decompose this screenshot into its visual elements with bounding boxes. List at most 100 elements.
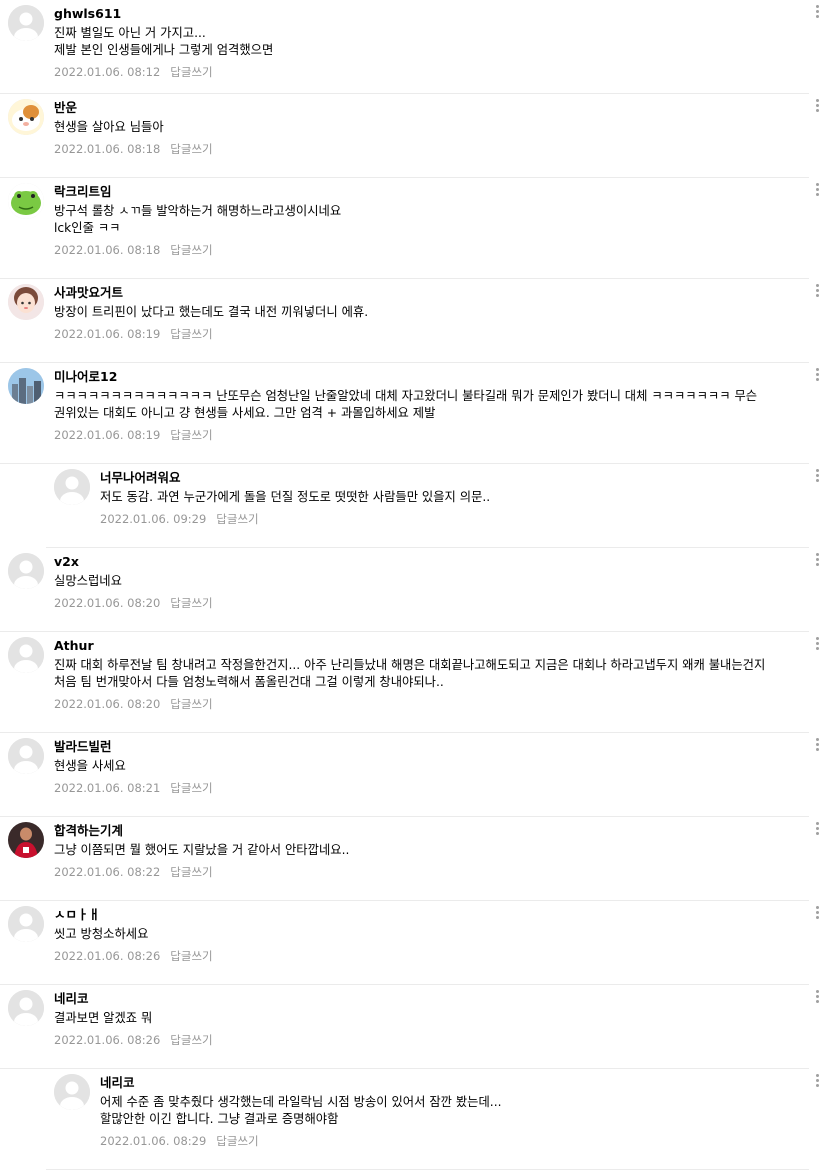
avatar-default[interactable] — [8, 5, 44, 41]
comment-date: 2022.01.06. 08:29 — [100, 1134, 207, 1148]
reply-button[interactable]: 답글쓰기 — [170, 949, 212, 963]
more-options-icon[interactable] — [813, 552, 821, 570]
comment-date: 2022.01.06. 08:26 — [54, 1033, 161, 1047]
reply-item: 네리코 어제 수준 좀 맞추줬다 생각했는데 라일락님 시점 방송이 있어서 잠… — [46, 1069, 819, 1170]
more-options-icon[interactable] — [813, 636, 821, 654]
comment-date: 2022.01.06. 08:21 — [54, 781, 161, 795]
comment-nickname[interactable]: 반운 — [54, 100, 785, 116]
more-options-icon[interactable] — [813, 182, 821, 200]
comment-nickname[interactable]: 네리코 — [54, 991, 785, 1007]
avatar-hamster[interactable] — [8, 99, 44, 135]
more-options-icon[interactable] — [813, 989, 821, 1007]
reply-button[interactable]: 답글쓰기 — [170, 865, 212, 879]
comment-date: 2022.01.06. 09:29 — [100, 512, 207, 526]
avatar-default[interactable] — [8, 738, 44, 774]
avatar-default[interactable] — [54, 469, 90, 505]
reply-button[interactable]: 답글쓰기 — [170, 243, 212, 257]
more-options-icon[interactable] — [813, 468, 821, 486]
more-options-icon[interactable] — [813, 1073, 821, 1091]
more-options-icon[interactable] — [813, 4, 821, 22]
reply-button[interactable]: 답글쓰기 — [170, 428, 212, 442]
comment-date: 2022.01.06. 08:18 — [54, 142, 161, 156]
comment-nickname[interactable]: 너무나어려워요 — [100, 470, 785, 486]
comment-item: 락크리트임 방구석 롤창 ㅅㄲ들 발악하는거 해명하느라고생이시네요 lck인줄… — [0, 178, 819, 279]
comment-date: 2022.01.06. 08:19 — [54, 327, 161, 341]
comment-item: 발라드빌런 현생을 사세요 2022.01.06. 08:21 답글쓰기 — [0, 733, 819, 817]
comment-text: 어제 수준 좀 맞추줬다 생각했는데 라일락님 시점 방송이 있어서 잠깐 봤는… — [100, 1095, 502, 1126]
comment-nickname[interactable]: 락크리트임 — [54, 184, 785, 200]
comment-date: 2022.01.06. 08:22 — [54, 865, 161, 879]
comment-item: Athur 진짜 대회 하루전날 팀 창내려고 작정을한건지... 아주 난리들… — [0, 632, 819, 733]
avatar-default[interactable] — [54, 1074, 90, 1110]
comment-date: 2022.01.06. 08:20 — [54, 697, 161, 711]
comment-item: v2x 실망스럽네요 2022.01.06. 08:20 답글쓰기 — [0, 548, 819, 632]
comment-meta: 2022.01.06. 08:19 답글쓰기 — [54, 326, 785, 342]
reply-button[interactable]: 답글쓰기 — [170, 327, 212, 341]
comment-nickname[interactable]: 합격하는기계 — [54, 823, 785, 839]
avatar-player[interactable] — [8, 822, 44, 858]
reply-button[interactable]: 답글쓰기 — [170, 1033, 212, 1047]
comment-item: 반운 현생을 살아요 님들아 2022.01.06. 08:18 답글쓰기 — [0, 94, 819, 178]
avatar-frog[interactable] — [8, 183, 44, 219]
comment-text: 방구석 롤창 ㅅㄲ들 발악하는거 해명하느라고생이시네요 lck인줄 ㅋㅋ — [54, 204, 342, 235]
comment-meta: 2022.01.06. 09:29 답글쓰기 — [100, 511, 785, 527]
comment-text: ㅋㅋㅋㅋㅋㅋㅋㅋㅋㅋㅋㅋㅋㅋ 난또무슨 엄청난일 난줄알았네 대체 자고왔더니 … — [54, 389, 761, 420]
more-options-icon[interactable] — [813, 98, 821, 116]
comment-item: 네리코 결과보면 알겠죠 뭐 2022.01.06. 08:26 답글쓰기 — [0, 985, 819, 1069]
comment-item: 합격하는기계 그냥 이쯤되면 뭘 했어도 지랄났을 거 같아서 안타깝네요.. … — [0, 817, 819, 901]
comment-nickname[interactable]: 발라드빌런 — [54, 739, 785, 755]
comment-nickname[interactable]: v2x — [54, 554, 785, 570]
comment-text: 현생을 살아요 님들아 — [54, 120, 164, 134]
more-options-icon[interactable] — [813, 737, 821, 755]
comment-nickname[interactable]: 사과맛요거트 — [54, 285, 785, 301]
comment-meta: 2022.01.06. 08:18 답글쓰기 — [54, 242, 785, 258]
comment-nickname[interactable]: 미나어로12 — [54, 369, 785, 385]
comment-meta: 2022.01.06. 08:26 답글쓰기 — [54, 948, 785, 964]
reply-button[interactable]: 답글쓰기 — [170, 596, 212, 610]
comment-text: 실망스럽네요 — [54, 574, 122, 588]
reply-button[interactable]: 답글쓰기 — [216, 512, 258, 526]
avatar-girl[interactable] — [8, 284, 44, 320]
comment-meta: 2022.01.06. 08:29 답글쓰기 — [100, 1133, 785, 1149]
comment-meta: 2022.01.06. 08:18 답글쓰기 — [54, 141, 785, 157]
more-options-icon[interactable] — [813, 367, 821, 385]
reply-button[interactable]: 답글쓰기 — [170, 142, 212, 156]
comment-date: 2022.01.06. 08:19 — [54, 428, 161, 442]
comment-text: 저도 동감. 과연 누군가에게 돌을 던질 정도로 떳떳한 사람들만 있을지 의… — [100, 490, 491, 504]
more-options-icon[interactable] — [813, 905, 821, 923]
comment-text: 그냥 이쯤되면 뭘 했어도 지랄났을 거 같아서 안타깝네요.. — [54, 843, 350, 857]
comment-text: 방장이 트리핀이 났다고 했는데도 결국 내전 끼워넣더니 에휴. — [54, 305, 369, 319]
avatar-city[interactable] — [8, 368, 44, 404]
reply-button[interactable]: 답글쓰기 — [216, 1134, 258, 1148]
comment-text: 씻고 방청소하세요 — [54, 927, 149, 941]
comment-date: 2022.01.06. 08:26 — [54, 949, 161, 963]
avatar-default[interactable] — [8, 637, 44, 673]
reply-item: 너무나어려워요 저도 동감. 과연 누군가에게 돌을 던질 정도로 떳떳한 사람… — [46, 464, 819, 548]
comment-text: 진짜 별일도 아닌 거 가지고... 제발 본인 인생들에게나 그렇게 엄격했으… — [54, 26, 274, 57]
comment-meta: 2022.01.06. 08:12 답글쓰기 — [54, 64, 785, 80]
comment-meta: 2022.01.06. 08:26 답글쓰기 — [54, 1032, 785, 1048]
comment-meta: 2022.01.06. 08:22 답글쓰기 — [54, 864, 785, 880]
comment-date: 2022.01.06. 08:18 — [54, 243, 161, 257]
reply-button[interactable]: 답글쓰기 — [170, 65, 212, 79]
reply-button[interactable]: 답글쓰기 — [170, 697, 212, 711]
comment-list: ghwls611 진짜 별일도 아닌 거 가지고... 제발 본인 인생들에게나… — [0, 0, 829, 1175]
comment-text: 결과보면 알겠죠 뭐 — [54, 1011, 153, 1025]
comment-nickname[interactable]: ㅅㅁㅏㅐ — [54, 907, 785, 923]
comment-text: 현생을 사세요 — [54, 759, 126, 773]
comment-item: ghwls611 진짜 별일도 아닌 거 가지고... 제발 본인 인생들에게나… — [0, 0, 819, 94]
comment-date: 2022.01.06. 08:12 — [54, 65, 161, 79]
comment-meta: 2022.01.06. 08:20 답글쓰기 — [54, 595, 785, 611]
comment-date: 2022.01.06. 08:20 — [54, 596, 161, 610]
avatar-default[interactable] — [8, 553, 44, 589]
comment-item: 사과맛요거트 방장이 트리핀이 났다고 했는데도 결국 내전 끼워넣더니 에휴.… — [0, 279, 819, 363]
avatar-default[interactable] — [8, 906, 44, 942]
comment-nickname[interactable]: Athur — [54, 638, 785, 654]
comment-nickname[interactable]: 네리코 — [100, 1075, 785, 1091]
reply-button[interactable]: 답글쓰기 — [170, 781, 212, 795]
comment-meta: 2022.01.06. 08:19 답글쓰기 — [54, 427, 785, 443]
more-options-icon[interactable] — [813, 283, 821, 301]
more-options-icon[interactable] — [813, 821, 821, 839]
avatar-default[interactable] — [8, 990, 44, 1026]
comment-nickname[interactable]: ghwls611 — [54, 6, 785, 22]
